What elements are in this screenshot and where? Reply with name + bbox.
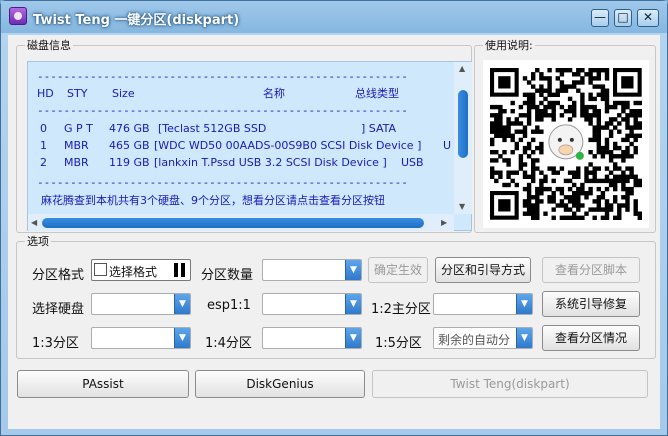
partition-5-label: 1:5分区 <box>375 336 422 351</box>
disk-row-sty: MBR <box>64 156 89 169</box>
boot-method-button[interactable]: 分区和引导方式 <box>435 257 531 283</box>
disk-row-sty: G P T <box>64 122 93 135</box>
disk-row-hd: 1 <box>40 139 47 152</box>
partition-3-label: 1:3分区 <box>32 336 79 351</box>
confirm-button[interactable]: 确定生效 <box>368 257 428 283</box>
qr-code-image <box>490 68 642 220</box>
diskgenius-button[interactable]: DiskGenius <box>195 370 365 398</box>
minimize-button[interactable]: — <box>591 9 609 27</box>
disk-info-panel: ----------------------------------------… <box>27 61 472 231</box>
partition-5-select[interactable]: 剩余的自动分 ▼ <box>433 327 533 349</box>
scroll-right-icon[interactable]: ▶ <box>441 218 447 227</box>
qr-code-icon <box>483 60 649 228</box>
disk-info-legend: 磁盘信息 <box>25 39 73 52</box>
disk-row-bus: USB <box>401 156 424 169</box>
select-format-label: 选择格式 <box>109 265 158 279</box>
view-script-button[interactable]: 查看分区脚本 <box>542 257 640 283</box>
main-partition-select[interactable]: ▼ <box>433 293 533 315</box>
disk-row-size: 476 GB <box>109 122 150 135</box>
repair-boot-button[interactable]: 系统引导修复 <box>542 291 640 317</box>
vertical-scrollbar[interactable]: ▲ ▼ <box>454 62 472 214</box>
chevron-down-icon[interactable]: ▼ <box>174 294 190 314</box>
select-disk-label: 选择硬盘 <box>32 302 85 317</box>
separator-line: ----------------------------------------… <box>37 176 408 189</box>
partition-count-label: 分区数量 <box>201 268 254 283</box>
scroll-left-icon[interactable]: ◀ <box>31 218 37 227</box>
chevron-down-icon[interactable]: ▼ <box>345 260 361 280</box>
chevron-down-icon[interactable]: ▼ <box>345 294 361 314</box>
partition-5-value: 剩余的自动分 <box>438 333 511 347</box>
disk-row-size: 465 GB <box>109 139 150 152</box>
chevron-down-icon[interactable]: ▼ <box>345 328 361 348</box>
partition-4-label: 1:4分区 <box>205 336 252 351</box>
view-partitions-button[interactable]: 查看分区情况 <box>542 325 640 351</box>
pause-icon <box>174 263 178 277</box>
partition-count-select[interactable]: ▼ <box>262 259 362 281</box>
select-format-box[interactable]: 选择格式 <box>91 259 191 281</box>
scroll-up-icon[interactable]: ▲ <box>459 64 465 73</box>
vertical-scroll-thumb[interactable] <box>458 90 468 158</box>
header-hd: HD <box>37 87 54 100</box>
main-partition-label: 1:2主分区 <box>371 302 431 317</box>
disk-info-group: 磁盘信息 -----------------------------------… <box>16 39 472 233</box>
title-bar[interactable]: Twist Teng 一键分区(diskpart) — □ ✕ <box>1 1 667 33</box>
app-window: Twist Teng 一键分区(diskpart) — □ ✕ 磁盘信息 ---… <box>0 0 668 436</box>
separator-line: ----------------------------------------… <box>37 70 408 83</box>
header-size: Size <box>112 87 135 100</box>
header-sty: STY <box>67 87 88 100</box>
esp-select[interactable]: ▼ <box>262 293 362 315</box>
scroll-down-icon[interactable]: ▼ <box>459 202 465 211</box>
pause-icon <box>181 263 185 277</box>
select-format-checkbox[interactable] <box>94 263 107 276</box>
maximize-button[interactable]: □ <box>614 9 632 27</box>
horizontal-scroll-thumb[interactable] <box>42 218 424 228</box>
select-disk-select[interactable]: ▼ <box>91 293 191 315</box>
partition-format-label: 分区格式 <box>32 268 85 283</box>
separator-line: ----------------------------------------… <box>37 104 408 117</box>
header-bus: 总线类型 <box>355 87 399 100</box>
disk-row-1[interactable]: 1 MBR 465 GB [WDC WD50 00AADS-00S9B0 SCS… <box>37 139 452 153</box>
disk-row-0[interactable]: 0 G P T 476 GB [Teclast 512GB SSD ] SATA <box>37 122 452 136</box>
partition-4-select[interactable]: ▼ <box>262 327 362 349</box>
disk-row-size: 119 GB <box>109 156 150 169</box>
passist-button[interactable]: PAssist <box>17 370 189 398</box>
client-area: 磁盘信息 -----------------------------------… <box>8 35 660 429</box>
disk-row-bus: U <box>443 139 452 152</box>
disk-row-bus: ] SATA <box>361 122 397 135</box>
disk-row-name: [Teclast 512GB SSD <box>158 122 267 135</box>
disk-row-sty: MBR <box>64 139 89 152</box>
disk-row-name: [WDC WD50 00AADS-00S9B0 SCSI Disk Device… <box>154 139 422 152</box>
close-button[interactable]: ✕ <box>637 9 659 27</box>
usage-legend: 使用说明: <box>483 39 535 52</box>
chevron-down-icon[interactable]: ▼ <box>516 328 532 348</box>
options-group: 选项 分区格式 选择格式 分区数量 ▼ 确定生效 分区和引导方式 查看分区脚本 … <box>16 235 656 359</box>
disk-row-name: [lankxin T.Pssd USB 3.2 SCSI Disk Device… <box>154 156 387 169</box>
options-legend: 选项 <box>25 235 51 248</box>
esp-label: esp1:1 <box>207 298 251 313</box>
usage-group: 使用说明: <box>474 39 656 233</box>
horizontal-scrollbar[interactable]: ◀ ▶ <box>28 214 454 231</box>
partition-3-select[interactable]: ▼ <box>91 327 191 349</box>
chevron-down-icon[interactable]: ▼ <box>174 328 190 348</box>
disk-row-hd: 2 <box>40 156 47 169</box>
window-title: Twist Teng 一键分区(diskpart) <box>33 13 240 28</box>
header-name: 名称 <box>263 87 285 100</box>
chevron-down-icon[interactable]: ▼ <box>516 294 532 314</box>
disk-table-header: HD STY Size 名称 总线类型 <box>37 87 452 101</box>
disk-row-hd: 0 <box>40 122 47 135</box>
disk-row-2[interactable]: 2 MBR 119 GB [lankxin T.Pssd USB 3.2 SCS… <box>37 156 452 170</box>
app-icon <box>9 7 27 25</box>
twist-teng-button[interactable]: Twist Teng(diskpart) <box>372 370 648 398</box>
disk-summary: 麻花腾查到本机共有3个硬盘、9个分区，想看分区请点击查看分区按钮 <box>41 194 385 207</box>
